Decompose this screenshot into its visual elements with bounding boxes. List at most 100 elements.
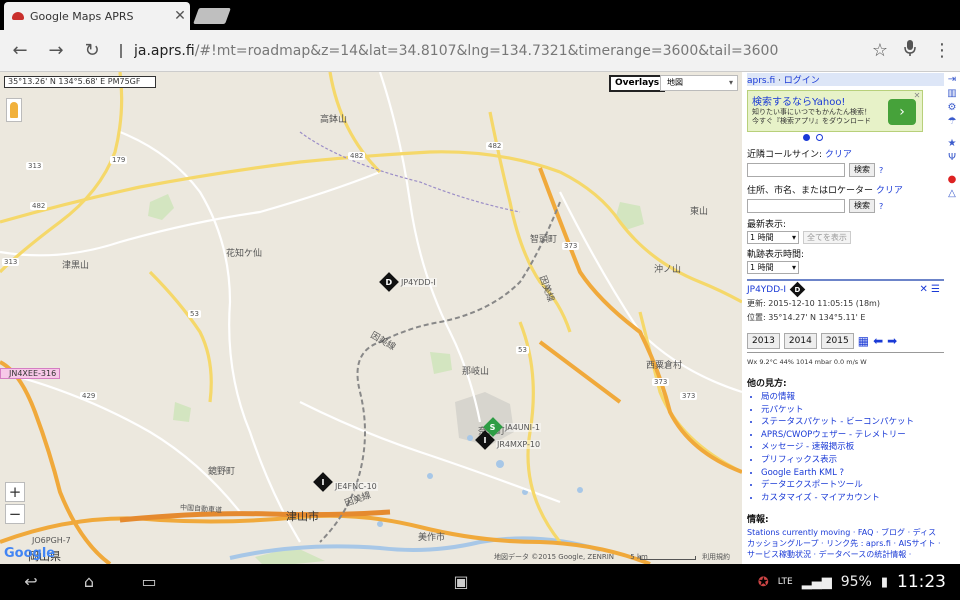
login-link[interactable]: ログイン bbox=[784, 76, 820, 86]
year-button[interactable]: 2014 bbox=[783, 333, 817, 349]
station-symbol-icon: D bbox=[379, 272, 399, 292]
menu-dots-icon[interactable]: ⋮ bbox=[930, 39, 954, 63]
pager-dot[interactable] bbox=[803, 134, 810, 141]
next-arrow-icon[interactable]: ➡ bbox=[887, 334, 897, 348]
marker-icon[interactable]: ● bbox=[946, 174, 958, 186]
map-label: 西粟倉村 bbox=[646, 361, 683, 371]
station-marker-jp4ydd[interactable]: D JP4YDD-I bbox=[379, 272, 437, 292]
route-shield: 373 bbox=[652, 378, 670, 386]
track-select[interactable]: 1 時間 bbox=[747, 261, 799, 274]
station-header-icons: ✕ ☰ bbox=[919, 284, 940, 295]
browser-toolbar: ← → ↻ ja.aprs.fi/#!mt=roadmap&z=14&lat=3… bbox=[0, 30, 960, 72]
search-button[interactable]: 検索 bbox=[849, 199, 875, 213]
overlays-button[interactable]: Overlays bbox=[609, 75, 666, 92]
view-link[interactable]: プリフィックス表示 bbox=[761, 454, 944, 467]
back-arrow-icon[interactable]: ← bbox=[8, 39, 32, 63]
nav-recents-icon[interactable]: ▭ bbox=[138, 572, 160, 592]
route-shield: 373 bbox=[562, 242, 580, 250]
scale-bar bbox=[640, 556, 696, 560]
nav-back-icon[interactable]: ↩ bbox=[20, 572, 42, 592]
address-label-row: 住所、市名、またはロケーター クリア bbox=[747, 183, 944, 196]
year-button[interactable]: 2013 bbox=[747, 333, 780, 349]
map-label: 高鉢山 bbox=[320, 115, 348, 125]
route-shield: 313 bbox=[2, 258, 20, 266]
map-canvas[interactable]: 35°13.26' N 134°5.68' E PM75GF Overlays … bbox=[0, 72, 742, 564]
station-marker-je4fnc[interactable]: I JE4FNC-10 bbox=[313, 471, 378, 492]
view-link[interactable]: カスタマイズ - マイアカウント bbox=[761, 492, 944, 505]
small-apps-icon[interactable]: ▣ bbox=[450, 572, 472, 592]
map-type-select[interactable]: 地図 bbox=[660, 75, 738, 91]
clear-address-link[interactable]: クリア bbox=[876, 186, 903, 196]
status-area: ✪ LTE ▂▄▆ 95% ▮ 11:23 bbox=[758, 572, 946, 592]
year-button[interactable]: 2015 bbox=[820, 333, 854, 349]
microphone-icon[interactable] bbox=[898, 39, 922, 63]
zoom-out-button[interactable]: − bbox=[5, 504, 25, 524]
yahoo-ad[interactable]: 検索するならYahoo! 知りたい事にいつでもかんたん検索！ 今すぐ『検索アプリ… bbox=[747, 90, 923, 132]
view-link[interactable]: 局の情報 bbox=[761, 391, 944, 404]
settings-icon[interactable]: ⚙ bbox=[946, 102, 958, 114]
help-link[interactable]: ? bbox=[879, 202, 883, 211]
map-label: 鏡野町 bbox=[208, 467, 236, 477]
star-icon[interactable]: ★ bbox=[946, 138, 958, 150]
station-label: JR4MXP-10 bbox=[496, 440, 542, 449]
nav-home-icon[interactable]: ⌂ bbox=[78, 572, 100, 592]
prev-arrow-icon[interactable]: ⬅ bbox=[873, 334, 883, 348]
star-icon[interactable]: ☆ bbox=[868, 39, 892, 63]
address-bar[interactable]: ja.aprs.fi/#!mt=roadmap&z=14&lat=34.8107… bbox=[112, 37, 892, 65]
tab-strip: Google Maps APRS ✕ bbox=[0, 0, 960, 30]
view-link[interactable]: APRS/CWOPウェザー - テレメトリー bbox=[761, 429, 944, 442]
info-links[interactable]: Stations currently moving · FAQ · ブログ · … bbox=[747, 527, 944, 560]
brand-link[interactable]: aprs.fi bbox=[747, 76, 775, 86]
clear-callsign-link[interactable]: クリア bbox=[825, 150, 852, 160]
pager-dot[interactable] bbox=[816, 134, 823, 141]
menu-icon[interactable]: ☰ bbox=[931, 284, 940, 295]
tab-google-maps-aprs[interactable]: Google Maps APRS ✕ bbox=[4, 2, 190, 30]
view-link[interactable]: 元パケット bbox=[761, 404, 944, 417]
view-link[interactable]: データエクスポートツール bbox=[761, 479, 944, 492]
street-view-pegman-icon[interactable] bbox=[6, 98, 22, 122]
forward-arrow-icon[interactable]: → bbox=[44, 39, 68, 63]
tab-close-icon[interactable]: ✕ bbox=[170, 8, 190, 24]
help-link[interactable]: ? bbox=[879, 166, 883, 175]
station-position: 位置: 35°14.27' N 134°5.11' E bbox=[747, 313, 866, 322]
map-label: 沖ノ山 bbox=[654, 265, 682, 275]
other-views-list: 局の情報 元パケット ステータスパケット - ビーコンパケット APRS/CWO… bbox=[761, 391, 944, 504]
address-label: 住所、市名、またはロケーター bbox=[747, 186, 874, 196]
callsign-label: 近隣コールサイン: bbox=[747, 150, 823, 160]
station-symbol-icon: I bbox=[475, 429, 495, 450]
other-views-title: 他の見方: bbox=[747, 379, 787, 389]
url-text[interactable]: ja.aprs.fi/#!mt=roadmap&z=14&lat=34.8107… bbox=[134, 43, 778, 59]
view-link[interactable]: メッセージ - 速報掲示板 bbox=[761, 441, 944, 454]
terms-link[interactable]: 利用規約 bbox=[702, 553, 730, 561]
show-all-button[interactable]: 全てを表示 bbox=[803, 231, 851, 244]
ad-close-icon[interactable]: ✕ bbox=[912, 91, 922, 101]
route-shield: 373 bbox=[680, 392, 698, 400]
triangle-icon[interactable]: △ bbox=[946, 188, 958, 200]
collapse-icon[interactable]: ⇥ bbox=[946, 74, 958, 86]
ad-arrow-icon[interactable]: › bbox=[888, 99, 916, 125]
last-shown-label: 最新表示: bbox=[747, 220, 787, 230]
zoom-in-button[interactable]: + bbox=[5, 482, 25, 502]
map-label: 津黒山 bbox=[62, 261, 90, 271]
close-icon[interactable]: ✕ bbox=[919, 284, 927, 295]
station-label-pink[interactable]: JN4XEE-316 bbox=[0, 368, 61, 379]
station-callsign-link[interactable]: JP4YDD-I bbox=[747, 285, 786, 295]
last-shown-row: 1 時間 全てを表示 bbox=[747, 231, 944, 244]
last-shown-select[interactable]: 1 時間 bbox=[747, 231, 799, 244]
station-updated: 更新: 2015-12-10 11:05:15 (18m) bbox=[747, 299, 880, 308]
favicon-icon bbox=[12, 12, 24, 20]
address-input[interactable] bbox=[747, 199, 845, 213]
view-link[interactable]: ステータスパケット - ビーコンパケット bbox=[761, 416, 944, 429]
info-icon[interactable] bbox=[120, 44, 122, 58]
antenna-icon[interactable]: Ψ bbox=[946, 152, 958, 164]
reload-icon[interactable]: ↻ bbox=[80, 39, 104, 63]
new-tab-button[interactable] bbox=[193, 8, 231, 24]
callsign-input[interactable] bbox=[747, 163, 845, 177]
view-link[interactable]: Google Earth KML ? bbox=[761, 467, 944, 480]
station-marker-jr4mxp[interactable]: I JR4MXP-10 bbox=[475, 429, 542, 450]
trash-icon[interactable]: ▥ bbox=[946, 88, 958, 100]
calendar-icon[interactable]: ▦ bbox=[858, 334, 869, 348]
weather-icon[interactable]: ☂ bbox=[946, 116, 958, 128]
search-button[interactable]: 検索 bbox=[849, 163, 875, 177]
station-label[interactable]: JO6PGH-7 bbox=[32, 536, 71, 545]
